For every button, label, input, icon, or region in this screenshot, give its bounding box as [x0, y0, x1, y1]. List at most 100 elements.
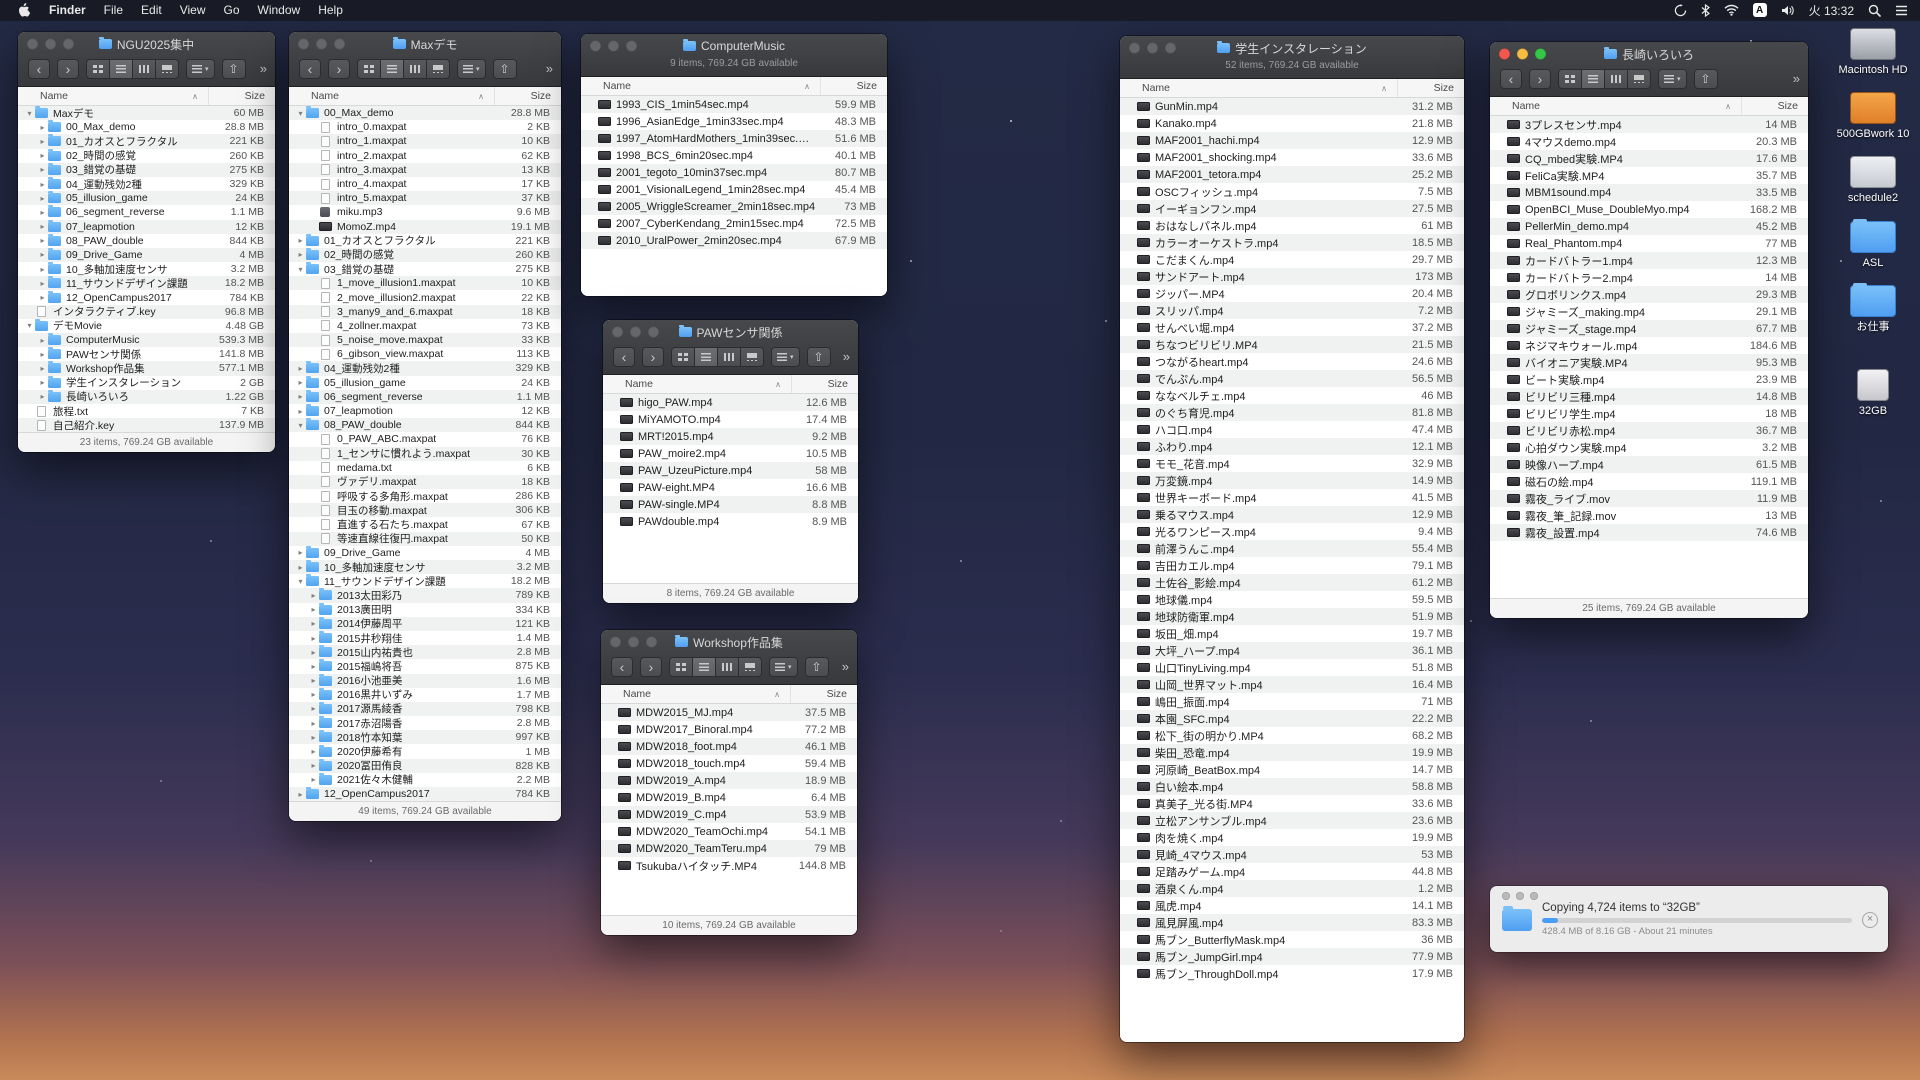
file-row[interactable]: PAW_moire2.mp4 10.5 MB: [603, 445, 858, 462]
wifi-icon[interactable]: [1724, 4, 1739, 16]
list-view-button[interactable]: [109, 59, 133, 79]
forward-button[interactable]: ›: [1529, 69, 1551, 89]
menu-item[interactable]: Help: [309, 0, 352, 20]
bluetooth-icon[interactable]: [1701, 4, 1710, 17]
file-row[interactable]: MDW2019_A.mp4 18.9 MB: [601, 772, 857, 789]
file-row[interactable]: ▸ 06_segment_reverse 1.1 MB: [18, 205, 275, 219]
file-row[interactable]: 旅程.txt 7 KB: [18, 404, 275, 418]
file-row[interactable]: ジャミーズ_stage.mp4 67.7 MB: [1490, 320, 1808, 337]
file-row[interactable]: カードバトラー1.mp4 12.3 MB: [1490, 252, 1808, 269]
file-row[interactable]: 呼吸する多角形.maxpat 286 KB: [289, 489, 561, 503]
close-button[interactable]: [610, 637, 621, 648]
file-row[interactable]: 5_noise_move.maxpat 33 KB: [289, 333, 561, 347]
file-row[interactable]: 万変鏡.mp4 14.9 MB: [1120, 472, 1464, 489]
file-row[interactable]: higo_PAW.mp4 12.6 MB: [603, 394, 858, 411]
file-row[interactable]: 肉を焼く.mp4 19.9 MB: [1120, 829, 1464, 846]
zoom-button[interactable]: [1165, 43, 1176, 54]
menu-item[interactable]: Edit: [132, 0, 171, 20]
menu-item[interactable]: Go: [215, 0, 249, 20]
window-titlebar[interactable]: Workshop作品集: [601, 630, 857, 654]
disclosure-triangle[interactable]: ▸: [308, 634, 319, 643]
disclosure-triangle[interactable]: ▸: [37, 279, 48, 288]
minimize-button[interactable]: [630, 327, 641, 338]
column-header-size[interactable]: Size: [209, 90, 275, 102]
disclosure-triangle[interactable]: ▸: [308, 761, 319, 770]
disclosure-triangle[interactable]: ▾: [295, 109, 306, 118]
file-row[interactable]: 足踏みゲーム.mp4 44.8 MB: [1120, 863, 1464, 880]
window-titlebar[interactable]: ComputerMusic: [581, 34, 887, 58]
file-row[interactable]: ビリビリ学生.mp4 18 MB: [1490, 405, 1808, 422]
icon-view-button[interactable]: [669, 657, 693, 677]
menu-item[interactable]: File: [95, 0, 132, 20]
file-row[interactable]: 真美子_光る街.MP4 33.6 MB: [1120, 795, 1464, 812]
file-row[interactable]: ▸ 2021佐々木健輔 2.2 MB: [289, 773, 561, 787]
file-row[interactable]: ヴァデリ.maxpat 18 KB: [289, 475, 561, 489]
file-row[interactable]: MRT!2015.mp4 9.2 MB: [603, 428, 858, 445]
zoom-button[interactable]: [626, 41, 637, 52]
file-row[interactable]: ▸ 09_Drive_Game 4 MB: [289, 546, 561, 560]
file-row[interactable]: こだまくん.mp4 29.7 MB: [1120, 251, 1464, 268]
file-row[interactable]: ▸ 2016小池亜美 1.6 MB: [289, 674, 561, 688]
file-row[interactable]: ▸ 長崎いろいろ 1.22 GB: [18, 390, 275, 404]
group-button[interactable]: ▾: [769, 657, 798, 677]
file-row[interactable]: MDW2020_TeamTeru.mp4 79 MB: [601, 840, 857, 857]
column-header-size[interactable]: Size: [1398, 82, 1464, 94]
icon-view-button[interactable]: [1558, 69, 1582, 89]
column-header-name[interactable]: Name∧: [311, 87, 495, 105]
file-row[interactable]: PellerMin_demo.mp4 45.2 MB: [1490, 218, 1808, 235]
file-row[interactable]: 見崎_4マウス.mp4 53 MB: [1120, 846, 1464, 863]
disclosure-triangle[interactable]: ▸: [308, 733, 319, 742]
toolbar-overflow-button[interactable]: »: [843, 349, 850, 364]
file-row[interactable]: グロボリンクス.mp4 29.3 MB: [1490, 286, 1808, 303]
file-row[interactable]: でんぷん.mp4 56.5 MB: [1120, 370, 1464, 387]
file-row[interactable]: ▸ 2015福嶋将吾 875 KB: [289, 659, 561, 673]
file-row[interactable]: 2001_VisionalLegend_1min28sec.mp4 45.4 M…: [581, 181, 887, 198]
file-row[interactable]: MDW2017_Binoral.mp4 77.2 MB: [601, 721, 857, 738]
list-view-button[interactable]: [694, 347, 718, 367]
file-row[interactable]: 1_move_illusion1.maxpat 10 KB: [289, 276, 561, 290]
file-row[interactable]: 前澤うんこ.mp4 55.4 MB: [1120, 540, 1464, 557]
file-row[interactable]: 白い絵本.mp4 58.8 MB: [1120, 778, 1464, 795]
desktop-icon[interactable]: お仕事: [1828, 285, 1918, 334]
file-row[interactable]: MDW2019_B.mp4 6.4 MB: [601, 789, 857, 806]
file-row[interactable]: 馬ブン_ThroughDoll.mp4 17.9 MB: [1120, 965, 1464, 982]
file-row[interactable]: ▸ 12_OpenCampus2017 784 KB: [18, 290, 275, 304]
disclosure-triangle[interactable]: ▸: [308, 690, 319, 699]
file-row[interactable]: 馬ブン_ButterflyMask.mp4 36 MB: [1120, 931, 1464, 948]
share-button[interactable]: ⇧: [493, 59, 517, 79]
file-row[interactable]: ▾ Maxデモ 60 MB: [18, 106, 275, 120]
file-row[interactable]: 嶋田_振面.mp4 71 MB: [1120, 693, 1464, 710]
disclosure-triangle[interactable]: ▸: [295, 407, 306, 416]
disclosure-triangle[interactable]: ▸: [37, 392, 48, 401]
file-row[interactable]: 光るワンピース.mp4 9.4 MB: [1120, 523, 1464, 540]
file-row[interactable]: 河原崎_BeatBox.mp4 14.7 MB: [1120, 761, 1464, 778]
list-view-button[interactable]: [692, 657, 716, 677]
file-row[interactable]: Real_Phantom.mp4 77 MB: [1490, 235, 1808, 252]
file-row[interactable]: ジッパー.MP4 20.4 MB: [1120, 285, 1464, 302]
file-row[interactable]: 2001_tegoto_10min37sec.mp4 80.7 MB: [581, 164, 887, 181]
disclosure-triangle[interactable]: ▸: [308, 676, 319, 685]
back-button[interactable]: ‹: [611, 657, 633, 677]
file-row[interactable]: ▾ 00_Max_demo 28.8 MB: [289, 106, 561, 120]
zoom-button[interactable]: [646, 637, 657, 648]
time-machine-icon[interactable]: [1674, 4, 1687, 17]
minimize-button[interactable]: [1517, 49, 1528, 60]
file-row[interactable]: MiYAMOTO.mp4 17.4 MB: [603, 411, 858, 428]
file-row[interactable]: ▸ 03_錯覚の基礎 275 KB: [18, 163, 275, 177]
file-row[interactable]: MDW2020_TeamOchi.mp4 54.1 MB: [601, 823, 857, 840]
file-row[interactable]: ▸ 06_segment_reverse 1.1 MB: [289, 390, 561, 404]
disclosure-triangle[interactable]: ▸: [37, 208, 48, 217]
file-row[interactable]: ▸ 08_PAW_double 844 KB: [18, 234, 275, 248]
file-row[interactable]: 直進する石たち.maxpat 67 KB: [289, 517, 561, 531]
column-view-button[interactable]: [715, 657, 739, 677]
window-titlebar[interactable]: PAWセンサ関係: [603, 320, 858, 344]
file-row[interactable]: ▸ 2018竹本知葉 997 KB: [289, 730, 561, 744]
file-row[interactable]: 世界キーボード.mp4 41.5 MB: [1120, 489, 1464, 506]
disclosure-triangle[interactable]: ▾: [24, 321, 35, 330]
desktop-icon[interactable]: 500GBwork 10: [1828, 92, 1918, 141]
disclosure-triangle[interactable]: ▸: [308, 591, 319, 600]
disclosure-triangle[interactable]: ▸: [37, 236, 48, 245]
file-row[interactable]: MAF2001_tetora.mp4 25.2 MB: [1120, 166, 1464, 183]
file-row[interactable]: ▾ 03_錯覚の基礎 275 KB: [289, 262, 561, 276]
zoom-button[interactable]: [648, 327, 659, 338]
